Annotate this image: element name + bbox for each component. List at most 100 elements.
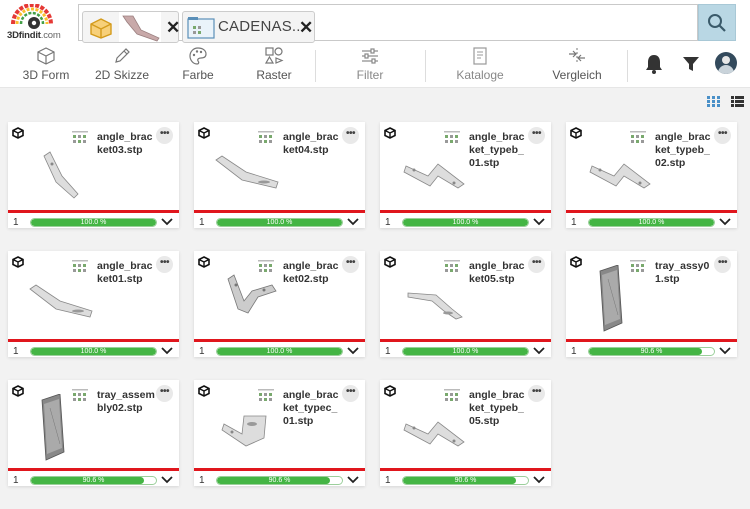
result-card[interactable]: angle_bracket05.stp ••• 1 100.0 % xyxy=(380,251,551,357)
similarity-percent: 100.0 % xyxy=(266,219,293,226)
logo-text: 3Dfindit.com xyxy=(7,30,61,41)
catalog-folder-icon xyxy=(187,17,215,39)
part-count: 1 xyxy=(13,217,19,228)
similarity-percent: 100.0 % xyxy=(266,348,293,355)
catalog-brand-logo xyxy=(628,258,648,279)
catalog-brand-logo xyxy=(70,129,90,150)
toolbar-farbe-button[interactable]: Farbe xyxy=(172,44,224,88)
chevron-down-icon[interactable] xyxy=(347,346,359,356)
chevron-down-icon[interactable] xyxy=(533,475,545,485)
toolbar-label: Farbe xyxy=(182,68,214,82)
accent-divider xyxy=(380,210,551,213)
chevron-down-icon[interactable] xyxy=(161,217,173,227)
chevron-down-icon[interactable] xyxy=(347,475,359,485)
part-count: 1 xyxy=(13,475,19,486)
part-filename[interactable]: angle_bracket04.stp xyxy=(283,131,343,157)
chevron-down-icon[interactable] xyxy=(347,217,359,227)
part-filename[interactable]: angle_bracket_typeb_02.stp xyxy=(655,131,715,170)
result-card[interactable]: tray_assembly02.stp ••• 1 90.6 % xyxy=(8,380,179,486)
part-filename[interactable]: angle_bracket_typec_01.stp xyxy=(283,389,343,428)
result-card[interactable]: angle_bracket03.stp ••• 1 100.0 % xyxy=(8,122,179,228)
toolbar-vergleich-button[interactable]: Vergleich xyxy=(547,44,607,88)
result-card[interactable]: angle_bracket04.stp ••• 1 100.0 % xyxy=(194,122,365,228)
accent-divider xyxy=(566,339,737,342)
toolbar-3d-form-button[interactable]: 3D Form xyxy=(16,44,76,88)
search-icon xyxy=(708,13,726,32)
pencil-icon xyxy=(115,48,130,63)
part-filename[interactable]: angle_bracket_typeb_05.stp xyxy=(469,389,529,428)
result-card[interactable]: angle_bracket_typeb_01.stp ••• 1 100.0 % xyxy=(380,122,551,228)
part-count: 1 xyxy=(385,346,391,357)
part-filename[interactable]: angle_bracket_typeb_01.stp xyxy=(469,131,529,170)
part-count: 1 xyxy=(385,475,391,486)
similarity-percent: 100.0 % xyxy=(638,219,665,226)
result-card[interactable]: tray_assy01.stp ••• 1 90.6 % xyxy=(566,251,737,357)
similarity-percent: 100.0 % xyxy=(452,348,479,355)
part-filename[interactable]: angle_bracket03.stp xyxy=(97,131,157,157)
chevron-down-icon[interactable] xyxy=(533,346,545,356)
angle-bracket-thumbnail xyxy=(122,15,160,42)
close-icon[interactable]: ✕ xyxy=(166,19,180,36)
more-options-button[interactable]: ••• xyxy=(342,256,359,273)
part-filename[interactable]: angle_bracket01.stp xyxy=(97,260,157,286)
search-chip-catalog[interactable]: CADENAS... ✕ xyxy=(182,11,315,43)
toolbar-label: 3D Form xyxy=(22,68,70,82)
chevron-down-icon[interactable] xyxy=(161,346,173,356)
top-bar: 3Dfindit.com ✕ CADENAS... ✕ xyxy=(0,0,750,44)
more-options-button[interactable]: ••• xyxy=(528,385,545,402)
chip-label: CADENAS... xyxy=(218,18,306,35)
more-options-button[interactable]: ••• xyxy=(156,385,173,402)
more-options-button[interactable]: ••• xyxy=(714,127,731,144)
compare-arrows-icon xyxy=(569,48,585,64)
accent-divider xyxy=(8,210,179,213)
more-options-button[interactable]: ••• xyxy=(714,256,731,273)
logo[interactable]: 3Dfindit.com xyxy=(4,3,66,42)
list-view-icon[interactable] xyxy=(731,96,744,107)
part-filename[interactable]: angle_bracket02.stp xyxy=(283,260,343,286)
grid-view-icon[interactable] xyxy=(707,96,720,107)
more-options-button[interactable]: ••• xyxy=(342,385,359,402)
more-options-button[interactable]: ••• xyxy=(156,127,173,144)
accent-divider xyxy=(8,339,179,342)
chip-thumbnail xyxy=(119,12,161,42)
bell-icon[interactable] xyxy=(644,53,664,75)
result-card[interactable]: angle_bracket_typec_01.stp ••• 1 90.6 % xyxy=(194,380,365,486)
result-card[interactable]: angle_bracket01.stp ••• 1 100.0 % xyxy=(8,251,179,357)
toolbar-divider xyxy=(627,50,628,82)
search-input[interactable]: ✕ CADENAS... ✕ xyxy=(78,4,698,43)
similarity-bar: 100.0 % xyxy=(588,218,715,227)
chevron-down-icon[interactable] xyxy=(161,475,173,485)
more-options-button[interactable]: ••• xyxy=(528,127,545,144)
similarity-percent: 100.0 % xyxy=(80,348,107,355)
part-filename[interactable]: angle_bracket05.stp xyxy=(469,260,529,286)
similarity-bar: 100.0 % xyxy=(402,347,529,356)
search-chip-3d[interactable]: ✕ xyxy=(82,11,180,43)
toolbar-raster-button[interactable]: Raster xyxy=(248,44,300,88)
similarity-bar: 90.6 % xyxy=(30,476,157,485)
more-options-button[interactable]: ••• xyxy=(342,127,359,144)
accent-divider xyxy=(566,210,737,213)
more-options-button[interactable]: ••• xyxy=(156,256,173,273)
close-icon[interactable]: ✕ xyxy=(299,19,313,36)
part-filename[interactable]: tray_assembly02.stp xyxy=(97,389,157,415)
result-card[interactable]: angle_bracket02.stp ••• 1 100.0 % xyxy=(194,251,365,357)
search-button[interactable] xyxy=(698,4,736,41)
chevron-down-icon[interactable] xyxy=(719,217,731,227)
toolbar-kataloge-button[interactable]: Kataloge xyxy=(452,44,508,88)
accent-divider xyxy=(380,339,551,342)
result-card[interactable]: angle_bracket_typeb_05.stp ••• 1 90.6 % xyxy=(380,380,551,486)
part-count: 1 xyxy=(199,475,205,486)
toolbar: 3D Form 2D Skizze Farbe Raster Filter Ka… xyxy=(0,44,750,88)
user-avatar[interactable] xyxy=(715,52,737,74)
chevron-down-icon[interactable] xyxy=(533,217,545,227)
chevron-down-icon[interactable] xyxy=(719,346,731,356)
result-card[interactable]: angle_bracket_typeb_02.stp ••• 1 100.0 % xyxy=(566,122,737,228)
part-filename[interactable]: tray_assy01.stp xyxy=(655,260,715,286)
similarity-bar: 100.0 % xyxy=(30,218,157,227)
more-options-button[interactable]: ••• xyxy=(528,256,545,273)
similarity-percent: 100.0 % xyxy=(80,219,107,226)
toolbar-2d-skizze-button[interactable]: 2D Skizze xyxy=(90,44,154,88)
funnel-icon[interactable] xyxy=(681,54,701,74)
toolbar-filter-button[interactable]: Filter xyxy=(344,44,396,88)
toolbar-label: 2D Skizze xyxy=(94,68,150,82)
